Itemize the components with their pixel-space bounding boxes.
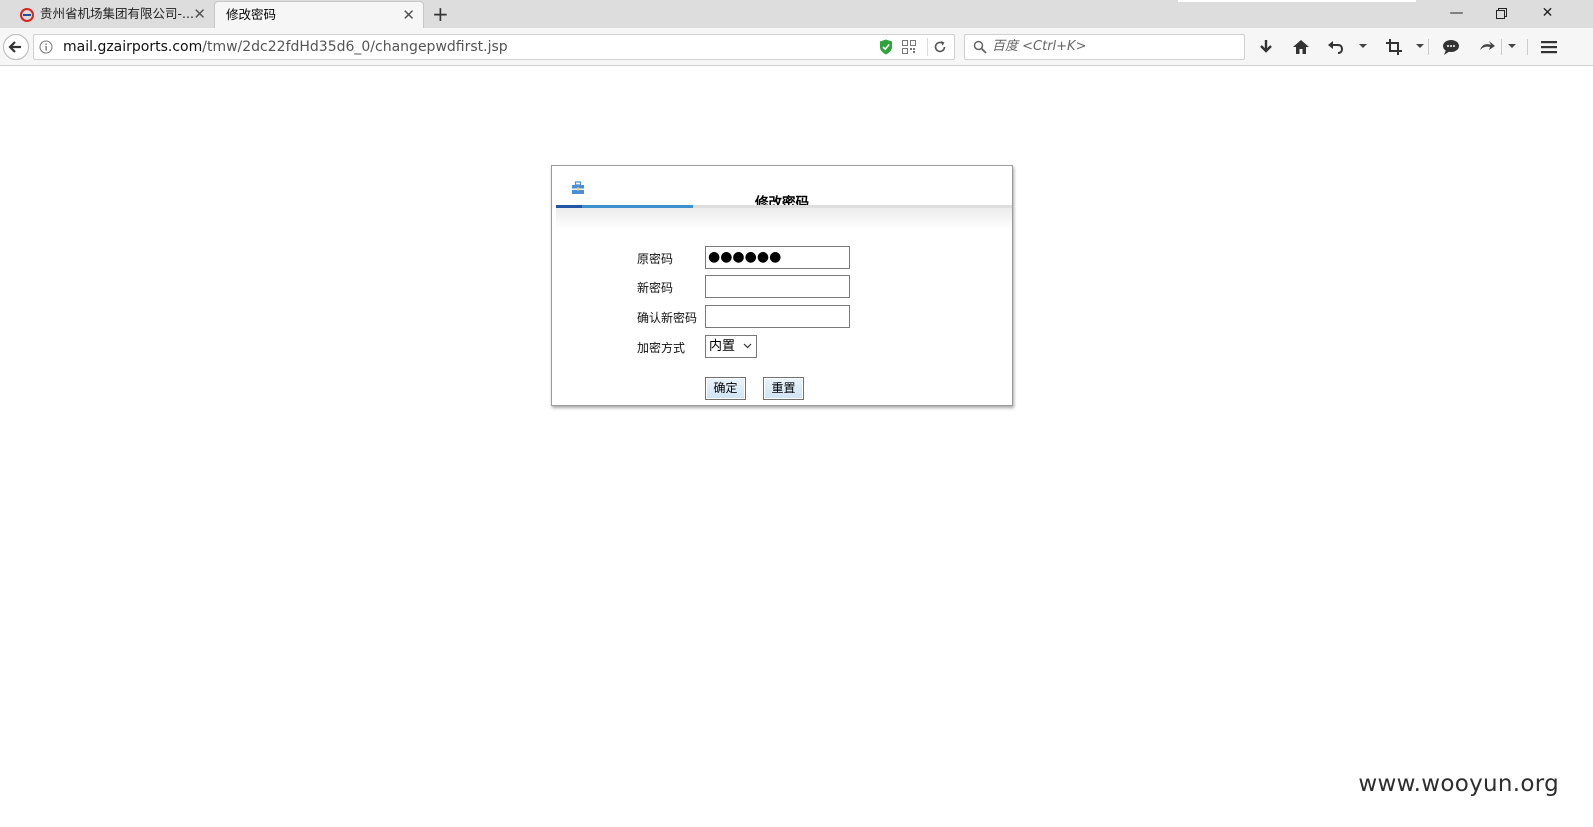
divider xyxy=(927,38,928,56)
shield-icon[interactable] xyxy=(879,39,893,55)
tab-change-password[interactable]: 修改密码 ✕ xyxy=(214,1,424,28)
encryption-label: 加密方式 xyxy=(637,341,686,355)
chevron-down-icon xyxy=(743,343,752,349)
change-password-dialog: 修改密码 原密码 ●●●●●● 新密码 确认新密码 加密方式 内置 确定 重置 xyxy=(551,165,1013,406)
encryption-selected-value: 内置 xyxy=(709,339,736,354)
new-tab-icon[interactable]: + xyxy=(432,1,449,27)
undo-close-tab-icon[interactable] xyxy=(1326,37,1346,57)
back-arrow-icon xyxy=(8,41,21,53)
confirm-button[interactable]: 确定 xyxy=(705,377,746,400)
undo-dropdown-icon[interactable] xyxy=(1359,44,1367,48)
close-tab-icon[interactable]: ✕ xyxy=(402,2,415,28)
minimize-icon[interactable]: — xyxy=(1434,0,1479,28)
back-button[interactable] xyxy=(3,34,29,60)
header-gradient xyxy=(556,208,1012,230)
url-path: /tmw/2dc22fdHd35d6_0/changepwdfirst.jsp xyxy=(202,39,508,55)
download-icon[interactable] xyxy=(1256,37,1276,57)
restore-icon[interactable] xyxy=(1479,0,1524,28)
new-password-label: 新密码 xyxy=(637,281,674,295)
info-icon[interactable] xyxy=(39,40,53,54)
qr-code-icon[interactable] xyxy=(902,40,916,54)
confirm-password-input[interactable] xyxy=(705,305,850,328)
navigation-bar: mail.gzairports.com/tmw/2dc22fdHd35d6_0/… xyxy=(0,28,1593,66)
tab-label: 贵州省机场集团有限公司-... xyxy=(40,6,194,21)
close-tab-icon[interactable]: ✕ xyxy=(193,1,206,27)
old-password-input[interactable]: ●●●●●● xyxy=(705,246,850,269)
search-box[interactable]: 百度 <Ctrl+K> xyxy=(964,34,1245,60)
home-icon[interactable] xyxy=(1291,37,1311,57)
url-host: mail.gzairports.com xyxy=(63,39,203,55)
toolbar-divider xyxy=(1501,39,1502,55)
screenshot-dropdown-icon[interactable] xyxy=(1416,44,1424,48)
tab-airport-group[interactable]: 贵州省机场集团有限公司-... ✕ xyxy=(10,1,216,28)
close-window-icon[interactable]: ✕ xyxy=(1525,0,1570,28)
old-password-label: 原密码 xyxy=(637,252,674,266)
toolbar-divider xyxy=(1428,39,1429,55)
gesture-dropdown-icon[interactable] xyxy=(1508,44,1516,48)
menu-icon[interactable] xyxy=(1539,37,1559,57)
search-placeholder: 百度 <Ctrl+K> xyxy=(992,39,1087,54)
titlebar-highlight xyxy=(1178,0,1416,2)
reset-button[interactable]: 重置 xyxy=(763,377,804,400)
mouse-gesture-icon[interactable] xyxy=(1477,37,1497,57)
tab-label: 修改密码 xyxy=(226,7,277,22)
screenshot-crop-icon[interactable] xyxy=(1384,37,1404,57)
watermark-text: www.wooyun.org xyxy=(1358,771,1559,797)
tab-strip: 贵州省机场集团有限公司-... ✕ 修改密码 ✕ + — ✕ xyxy=(0,0,1593,28)
confirm-password-label: 确认新密码 xyxy=(637,311,698,325)
reload-icon[interactable] xyxy=(933,40,947,54)
address-bar[interactable]: mail.gzairports.com/tmw/2dc22fdHd35d6_0/… xyxy=(33,34,955,60)
airport-logo-icon xyxy=(20,8,34,22)
url-text[interactable]: mail.gzairports.com/tmw/2dc22fdHd35d6_0/… xyxy=(63,35,508,59)
new-password-input[interactable] xyxy=(705,275,850,298)
encryption-select[interactable]: 内置 xyxy=(705,335,757,358)
toolbar-divider xyxy=(1527,39,1528,55)
search-icon xyxy=(973,40,987,54)
chat-bubble-icon[interactable] xyxy=(1441,37,1461,57)
